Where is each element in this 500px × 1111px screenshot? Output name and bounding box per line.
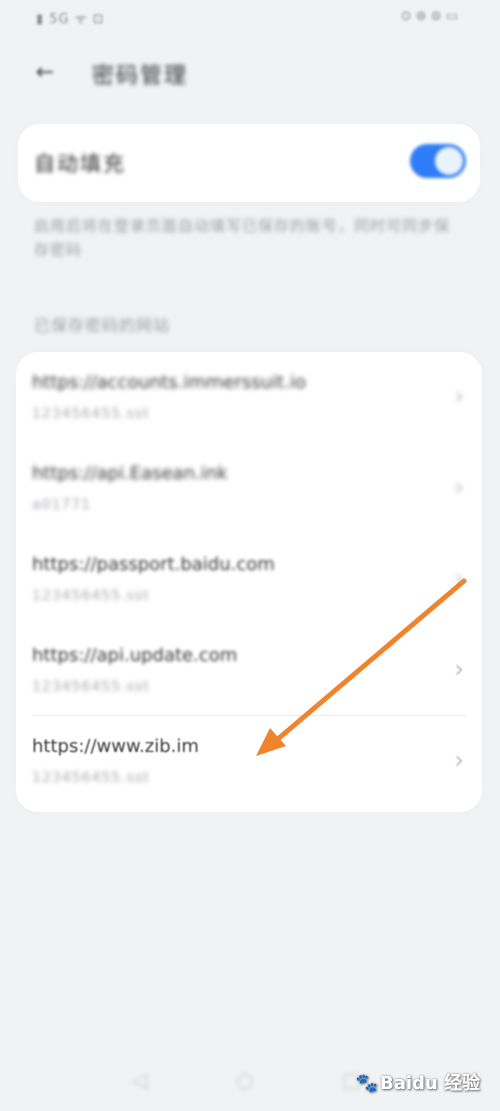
chevron-right-icon: ›: [454, 382, 464, 410]
site-url: https://accounts.immerssuit.io: [32, 372, 306, 393]
back-button[interactable]: ←: [28, 56, 62, 90]
list-item[interactable]: https://accounts.immerssuit.io 123456455…: [16, 352, 482, 443]
list-item[interactable]: https://api.Easean.ink a01771 ›: [16, 443, 482, 534]
nav-home-icon[interactable]: ○: [236, 1068, 253, 1092]
header: ← 密码管理: [0, 44, 500, 100]
description-text: 启用后将在登录页面自动填写已保存的账号，同时可同步保存密码: [34, 217, 451, 259]
toggle-knob: [435, 147, 463, 175]
page-title: 密码管理: [92, 64, 189, 89]
saved-sites-list: https://accounts.immerssuit.io 123456455…: [16, 352, 482, 812]
list-item[interactable]: https://www.zib.im 123456455.sst ›: [16, 716, 482, 807]
site-account: 123456455.sst: [32, 770, 150, 786]
site-account: 123456455.sst: [32, 406, 150, 422]
chevron-right-icon: ›: [454, 746, 464, 774]
chevron-right-icon: ›: [454, 564, 464, 592]
paw-icon: 🐾: [355, 1073, 378, 1094]
site-account: 123456455.sst: [32, 588, 150, 604]
status-left: ▮ 5G ᯤ ⊡: [36, 12, 105, 27]
autofill-card: 自动填充: [18, 124, 480, 202]
list-item[interactable]: https://api.update.com 123456455.sst ›: [16, 625, 482, 716]
chevron-right-icon: ›: [454, 473, 464, 501]
list-item[interactable]: https://passport.baidu.com 123456455.sst…: [16, 534, 482, 625]
site-url: https://passport.baidu.com: [32, 554, 275, 575]
status-bar: ▮ 5G ᯤ ⊡ ⊙ ⊛ ⊜ ▭: [0, 0, 500, 38]
site-account: 123456455.sst: [32, 679, 150, 695]
chevron-right-icon: ›: [454, 655, 464, 683]
baidu-watermark: 🐾 Baidu 经验: [356, 1069, 480, 1095]
site-url: https://api.update.com: [32, 645, 238, 666]
site-url: https://www.zib.im: [32, 736, 199, 757]
arrow-left-icon: ←: [35, 60, 55, 85]
nav-back-icon[interactable]: ◁: [132, 1068, 147, 1092]
status-right: ⊙ ⊛ ⊜ ▭: [400, 9, 458, 24]
autofill-label: 自动填充: [34, 152, 126, 176]
section-title: 已保存密码的网站: [34, 316, 171, 335]
site-url: https://api.Easean.ink: [32, 463, 228, 484]
watermark-text: Baidu 经验: [379, 1073, 480, 1094]
site-account: a01771: [32, 497, 92, 513]
autofill-toggle[interactable]: [410, 144, 466, 178]
